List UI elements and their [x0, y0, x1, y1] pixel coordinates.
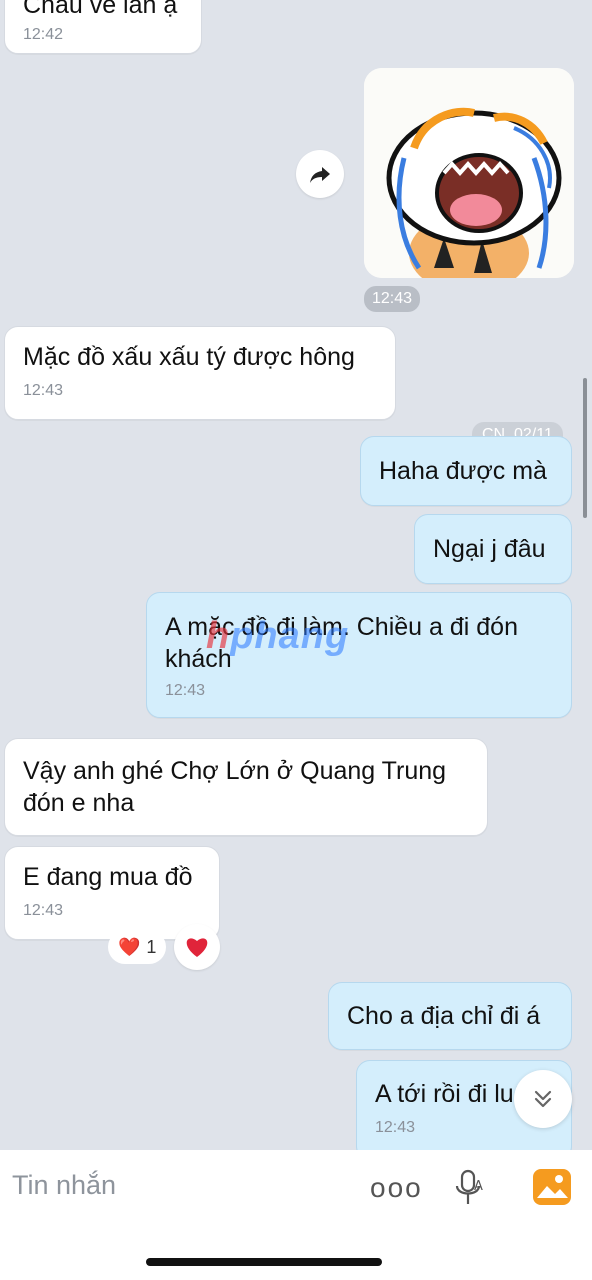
heart-icon: ❤️: [118, 936, 141, 957]
reaction-summary[interactable]: ❤️ 1: [108, 930, 167, 964]
message-text: Haha được mà: [379, 457, 547, 485]
mic-icon[interactable]: A: [452, 1168, 488, 1208]
message-incoming[interactable]: Vậy anh ghé Chợ Lớn ở Quang Trung đón e …: [4, 738, 488, 836]
share-icon: [310, 167, 330, 183]
message-outgoing[interactable]: Haha được mà: [360, 436, 572, 506]
reaction-count: 1: [146, 936, 157, 957]
message-text: Cháu về lấn ạ: [23, 0, 178, 19]
message-text: E đang mua đồ: [23, 863, 193, 891]
chevron-down-double-icon: [534, 1090, 552, 1108]
message-time: 12:43: [23, 382, 64, 399]
photo-icon[interactable]: [532, 1168, 572, 1206]
message-outgoing[interactable]: Ngại j đâu: [414, 514, 572, 584]
message-text: Cho a địa chỉ đi á: [347, 1002, 541, 1030]
react-button[interactable]: [174, 924, 220, 970]
message-text: A mặc đồ đi làm. Chiều a đi đón khách: [165, 613, 518, 673]
message-text: Ngại j đâu: [433, 535, 546, 563]
message-text: Vậy anh ghé Chợ Lớn ở Quang Trung đón e …: [23, 757, 447, 817]
scroll-to-bottom-button[interactable]: [514, 1070, 572, 1128]
chat-area: Cháu về lấn ạ 12:42 12:43 Mặc đồ xấu xấu…: [0, 0, 592, 1150]
tiger-sticker-icon: [364, 68, 574, 278]
message-time: 12:43: [165, 682, 206, 699]
message-time: 12:43: [23, 902, 64, 919]
message-time: 12:42: [23, 26, 64, 43]
message-text: Mặc đồ xấu xấu tý được hông: [23, 343, 355, 371]
sticker-time: 12:43: [364, 286, 421, 312]
message-incoming[interactable]: Cháu về lấn ạ 12:42: [4, 0, 202, 54]
message-outgoing[interactable]: Cho a địa chỉ đi á: [328, 982, 572, 1050]
more-options-button[interactable]: ooo: [370, 1172, 423, 1204]
message-input[interactable]: Tin nhắn: [12, 1170, 116, 1201]
svg-text:A: A: [474, 1179, 483, 1194]
message-incoming[interactable]: Mặc đồ xấu xấu tý được hông 12:43: [4, 326, 396, 420]
home-indicator: [146, 1258, 382, 1266]
message-outgoing[interactable]: A mặc đồ đi làm. Chiều a đi đón khách 12…: [146, 592, 572, 718]
heart-icon: [186, 938, 208, 957]
sticker-image[interactable]: [364, 68, 574, 278]
share-button[interactable]: [296, 150, 344, 198]
scrollbar[interactable]: [583, 378, 587, 518]
